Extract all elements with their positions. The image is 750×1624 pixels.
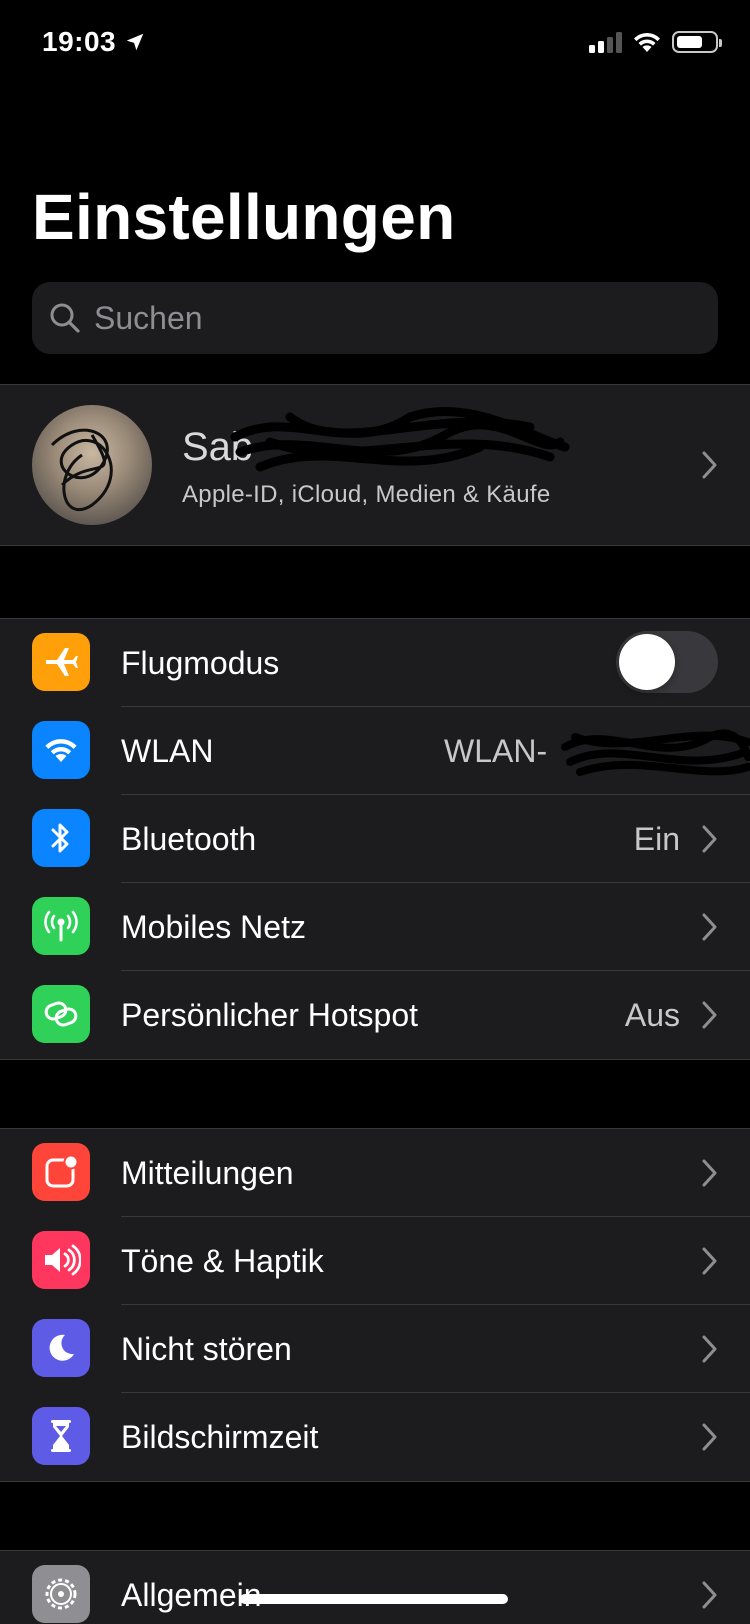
- bluetooth-status-value: Ein: [633, 821, 680, 857]
- page-title: Einstellungen: [32, 181, 456, 253]
- row-label: Mitteilungen: [121, 1155, 294, 1191]
- wifi-status-icon: [634, 32, 660, 52]
- chevron-right-icon: [702, 1247, 717, 1275]
- row-label: Flugmodus: [121, 645, 280, 681]
- general-group: Allgemein: [0, 1550, 750, 1624]
- chevron-right-icon: [702, 1001, 717, 1029]
- connectivity-group: Flugmodus WLAN WLAN- Bluetooth Ein Mobil…: [0, 618, 750, 1060]
- settings-row-mobiles-netz[interactable]: Mobiles Netz: [0, 883, 750, 971]
- apple-id-row[interactable]: Sab Apple-ID, iCloud, Medien & Käufe: [0, 385, 750, 545]
- profile-subtitle: Apple-ID, iCloud, Medien & Käufe: [182, 481, 551, 508]
- home-indicator[interactable]: [240, 1594, 508, 1604]
- name-redaction-scribble: [230, 407, 570, 472]
- airplane-icon: [32, 633, 90, 691]
- profile-section[interactable]: Sab Apple-ID, iCloud, Medien & Käufe: [0, 384, 750, 546]
- settings-row-mitteilungen[interactable]: Mitteilungen: [0, 1129, 750, 1217]
- hotspot-status-value: Aus: [624, 997, 680, 1033]
- row-label: Bildschirmzeit: [121, 1419, 319, 1455]
- row-label: WLAN: [121, 733, 214, 769]
- cellular-signal-icon: [589, 31, 622, 53]
- row-label: Mobiles Netz: [121, 909, 306, 945]
- row-label: Töne & Haptik: [121, 1243, 324, 1279]
- settings-row-bluetooth[interactable]: Bluetooth Ein: [0, 795, 750, 883]
- scribble-redaction: [50, 428, 113, 512]
- chevron-right-icon: [702, 1159, 717, 1187]
- gear-icon: [32, 1565, 90, 1623]
- chevron-right-icon: [702, 1581, 717, 1609]
- settings-row-hotspot[interactable]: Persönlicher Hotspot Aus: [0, 971, 750, 1059]
- settings-row-toene-haptik[interactable]: Töne & Haptik: [0, 1217, 750, 1305]
- location-arrow-icon: [126, 33, 144, 51]
- row-label: Nicht stören: [121, 1331, 292, 1367]
- chevron-right-icon: [702, 913, 717, 941]
- chevron-right-icon: [702, 1335, 717, 1363]
- bluetooth-icon: [32, 809, 90, 867]
- moon-icon: [32, 1319, 90, 1377]
- avatar: [32, 405, 152, 525]
- settings-row-flugmodus[interactable]: Flugmodus: [0, 619, 750, 707]
- network-redaction-scribble: [561, 729, 750, 776]
- settings-row-allgemein[interactable]: Allgemein: [0, 1551, 750, 1624]
- hotspot-icon: [32, 985, 90, 1043]
- status-indicators: [589, 30, 722, 54]
- row-label: Persönlicher Hotspot: [121, 997, 419, 1033]
- search-icon: [50, 303, 80, 333]
- search-bar[interactable]: [32, 282, 718, 354]
- hourglass-icon: [32, 1407, 90, 1465]
- row-label: Bluetooth: [121, 821, 257, 857]
- settings-screen: 19:03 Einstellungen Suchen Sab Apple-ID,…: [0, 0, 750, 1624]
- wlan-network-value: WLAN-: [444, 733, 548, 769]
- settings-row-bildschirmzeit[interactable]: Bildschirmzeit: [0, 1393, 750, 1481]
- chevron-right-icon: [702, 1423, 717, 1451]
- antenna-icon: [32, 897, 90, 955]
- speaker-icon: [32, 1231, 90, 1289]
- notifications-icon: [32, 1143, 90, 1201]
- status-bar: 19:03: [0, 0, 750, 90]
- settings-row-wlan[interactable]: WLAN WLAN-: [0, 707, 750, 795]
- notifications-group: Mitteilungen Töne & Haptik Nicht stören: [0, 1128, 750, 1482]
- time-label: 19:03: [42, 26, 117, 57]
- search-input[interactable]: [94, 299, 654, 337]
- battery-icon: [672, 31, 722, 53]
- status-time: 19:03: [42, 26, 146, 58]
- chevron-right-icon: [702, 825, 717, 853]
- airplane-mode-toggle[interactable]: [616, 631, 718, 693]
- settings-row-nicht-stoeren[interactable]: Nicht stören: [0, 1305, 750, 1393]
- wifi-icon: [32, 721, 90, 779]
- chevron-right-icon: [702, 451, 717, 479]
